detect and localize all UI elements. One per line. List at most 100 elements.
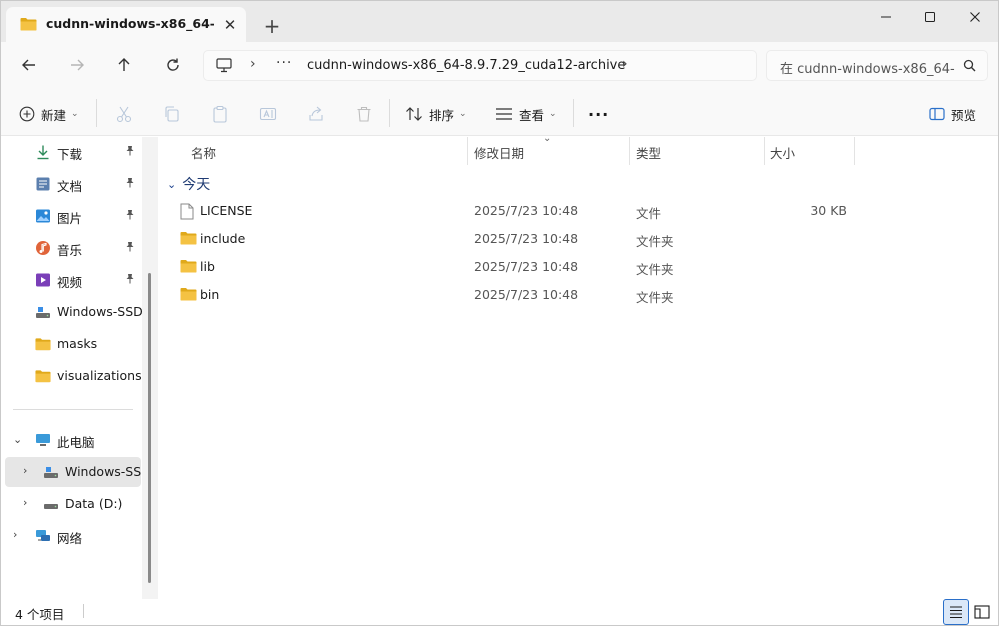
column-header-date[interactable]: 修改日期: [474, 137, 629, 165]
arrow-right-icon: [71, 59, 84, 71]
sidebar-item-label: 文档: [57, 179, 83, 194]
new-button[interactable]: 新建 ⌄: [19, 101, 79, 127]
table-row[interactable]: include 2025/7/23 10:48 文件夹: [159, 225, 998, 253]
refresh-icon: [167, 58, 179, 71]
tiles-view-button[interactable]: [969, 599, 995, 625]
preview-pane-button[interactable]: 预览: [929, 101, 976, 127]
delete-button[interactable]: [355, 101, 373, 127]
computer-icon: [216, 58, 232, 76]
clipboard-icon: [213, 105, 227, 123]
table-row[interactable]: lib 2025/7/23 10:48 文件夹: [159, 253, 998, 281]
breadcrumb-chevron-icon[interactable]: ›: [250, 56, 256, 72]
file-type: 文件: [636, 206, 662, 221]
plus-circle-icon: [19, 106, 35, 122]
tab-close-button[interactable]: ✕: [219, 14, 241, 36]
view-button[interactable]: 查看 ⌄: [495, 101, 557, 127]
minimize-icon: [881, 16, 891, 18]
sort-button[interactable]: 排序 ⌄: [405, 101, 467, 127]
file-name: include: [200, 231, 246, 246]
trash-icon: [357, 106, 371, 122]
up-button[interactable]: [110, 52, 138, 78]
copy-button[interactable]: [163, 101, 181, 127]
pictures-icon: [36, 209, 50, 223]
breadcrumb-overflow-button[interactable]: ···: [276, 55, 292, 71]
cut-button[interactable]: [115, 101, 133, 127]
back-button[interactable]: [15, 52, 43, 78]
file-name: bin: [200, 287, 220, 302]
table-row[interactable]: LICENSE 2025/7/23 10:48 文件 30 KB: [159, 197, 998, 225]
sidebar-item-label: 下载: [57, 147, 83, 162]
pin-icon: [125, 145, 135, 159]
minimize-button[interactable]: [863, 1, 909, 33]
sidebar-item-masks[interactable]: masks: [5, 329, 141, 359]
sidebar-item-downloads[interactable]: 下载: [5, 137, 141, 167]
column-header-name[interactable]: 名称: [191, 137, 467, 165]
chevron-right-icon[interactable]: ›: [23, 464, 27, 477]
this-pc-icon: [36, 434, 50, 446]
sidebar-item-data-d[interactable]: › Data (D:): [5, 489, 141, 519]
group-header-today[interactable]: ⌄ 今天: [167, 173, 210, 195]
forward-button[interactable]: [63, 52, 91, 78]
paste-button[interactable]: [211, 101, 229, 127]
column-header-type[interactable]: 类型: [636, 137, 762, 165]
search-box[interactable]: 在 cudnn-windows-x86_64-8.9.7.29_cuda12-a…: [766, 50, 988, 81]
column-header-label: 修改日期: [474, 146, 525, 161]
sidebar-item-visualizations[interactable]: visualizations: [5, 361, 142, 391]
file-icon: [180, 203, 194, 220]
column-divider[interactable]: [467, 137, 468, 165]
chevron-down-icon[interactable]: ⌄: [13, 433, 22, 446]
sidebar-scrollbar[interactable]: [148, 273, 151, 583]
rename-button[interactable]: [259, 101, 277, 127]
column-header-label: 大小: [770, 146, 796, 161]
file-name: lib: [200, 259, 215, 274]
chevron-right-icon[interactable]: ›: [23, 496, 27, 509]
sidebar-item-videos[interactable]: 视频: [5, 265, 141, 295]
chevron-down-icon: ⌄: [459, 109, 467, 119]
breadcrumb-chevron-icon[interactable]: ›: [622, 56, 628, 72]
column-divider[interactable]: [854, 137, 855, 165]
column-header-size[interactable]: 大小: [770, 137, 853, 165]
new-tab-button[interactable]: +: [259, 13, 285, 39]
folder-icon: [35, 370, 51, 383]
sidebar-item-windows-ssd-tree[interactable]: › Windows-SSD: [5, 457, 141, 487]
breadcrumb-current-folder[interactable]: cudnn-windows-x86_64-8.9.7.29_cuda12-arc…: [307, 58, 625, 73]
share-button[interactable]: [307, 101, 325, 127]
address-bar[interactable]: › ··· cudnn-windows-x86_64-8.9.7.29_cuda…: [203, 50, 757, 81]
navigation-pane: 下载 文档 图片 音乐 视频 Windows-SSD masks visuali…: [1, 137, 149, 599]
column-divider[interactable]: [764, 137, 765, 165]
status-bar: 4 个项目: [1, 599, 998, 625]
sort-button-label: 排序: [429, 107, 455, 123]
sidebar-item-this-pc[interactable]: ⌄ 此电脑: [5, 425, 141, 455]
folder-icon: [35, 338, 51, 351]
toolbar-divider: [96, 99, 97, 127]
tab-current-folder[interactable]: cudnn-windows-x86_64-8.9.7.29_cuda12-arc…: [6, 7, 246, 42]
sidebar-item-pictures[interactable]: 图片: [5, 201, 141, 231]
file-type: 文件夹: [636, 262, 674, 277]
sidebar-item-label: 视频: [57, 275, 83, 290]
folder-icon: [20, 17, 37, 34]
sidebar-item-documents[interactable]: 文档: [5, 169, 141, 199]
command-bar: 新建 ⌄ 排序 ⌄ 查看 ⌄ ··· 预览: [1, 89, 998, 136]
list-view-icon: [496, 108, 512, 120]
chevron-right-icon[interactable]: ›: [13, 528, 17, 541]
column-divider[interactable]: [629, 137, 630, 165]
details-view-button[interactable]: [943, 599, 969, 625]
maximize-button[interactable]: [907, 1, 953, 33]
sidebar-item-label: 音乐: [57, 243, 83, 258]
pin-icon: [125, 241, 135, 255]
music-icon: [36, 241, 50, 255]
search-input[interactable]: 在 cudnn-windows-x86_64-8.9.7.29_cuda12-a…: [780, 58, 955, 77]
sidebar-item-network[interactable]: › 网络: [5, 521, 141, 551]
table-row[interactable]: bin 2025/7/23 10:48 文件夹: [159, 281, 998, 309]
item-count: 4 个项目: [15, 607, 65, 622]
sidebar-item-windows-ssd[interactable]: Windows-SSD: [5, 297, 143, 327]
sidebar-item-label: 图片: [57, 211, 83, 226]
close-window-button[interactable]: [952, 1, 998, 33]
status-divider: [83, 604, 84, 618]
refresh-button[interactable]: [159, 52, 187, 78]
pin-icon: [125, 273, 135, 287]
video-icon: [36, 273, 50, 287]
more-options-button[interactable]: ···: [588, 101, 609, 127]
sidebar-item-music[interactable]: 音乐: [5, 233, 141, 263]
group-header-label: 今天: [182, 177, 211, 193]
